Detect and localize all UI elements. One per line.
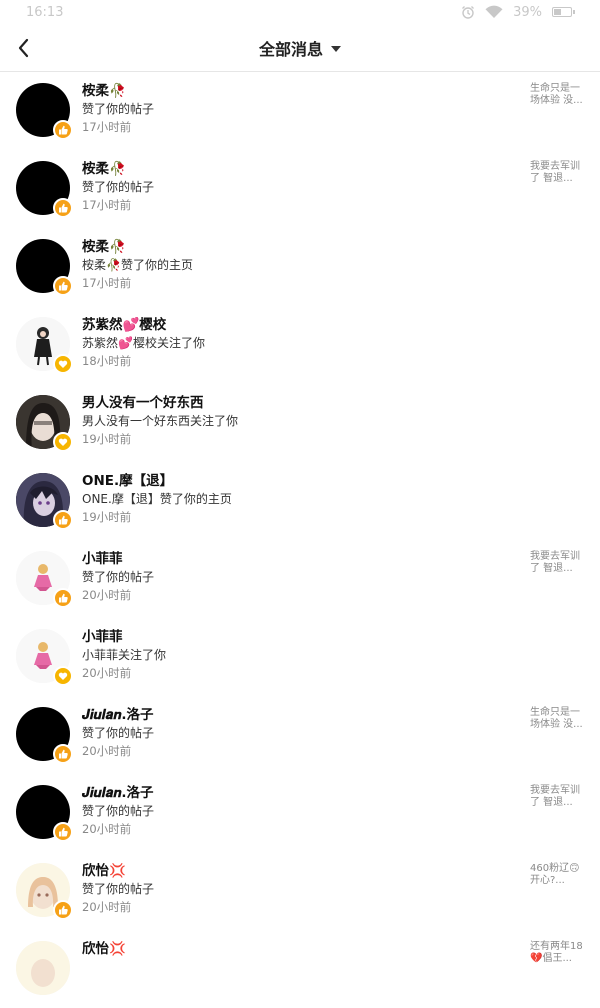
post-snippet[interactable]: 生命只是一场体验 没...: [530, 83, 586, 107]
message-time: 17小时前: [82, 276, 132, 290]
message-text: 赞了你的帖子: [82, 102, 155, 116]
post-snippet[interactable]: 460粉辽🙃开心?...: [530, 863, 586, 887]
wifi-icon: [485, 5, 503, 19]
message-item[interactable]: 欣怡💢 赞了你的帖子 20小时前 460粉辽🙃开心?...: [0, 852, 600, 930]
header: 全部消息: [0, 24, 600, 72]
user-name[interactable]: ONE.摩【退】: [82, 472, 520, 490]
message-text: 赞了你的帖子: [82, 570, 155, 584]
user-name[interactable]: 𝑱𝒊𝒖𝒍𝒂𝒏.洛子: [82, 784, 520, 802]
chevron-down-icon: [331, 45, 341, 52]
follow-badge-icon: [53, 666, 73, 686]
message-time: 20小时前: [82, 666, 132, 680]
user-name[interactable]: 桉柔🥀: [82, 160, 520, 178]
message-item[interactable]: 男人没有一个好东西 男人没有一个好东西关注了你 19小时前: [0, 384, 600, 462]
battery-percent: 39%: [513, 4, 542, 20]
message-time: 20小时前: [82, 822, 132, 836]
message-text: 赞了你的帖子: [82, 804, 155, 818]
follow-badge-icon: [53, 432, 73, 452]
user-name[interactable]: 欣怡💢: [82, 862, 520, 880]
message-time: 19小时前: [82, 432, 132, 446]
user-name[interactable]: 欣怡💢: [82, 940, 520, 958]
post-snippet[interactable]: 我要去军训了 智退...: [530, 161, 586, 185]
message-item[interactable]: 𝑱𝒊𝒖𝒍𝒂𝒏.洛子 赞了你的帖子 20小时前 我要去军训了 智退...: [0, 774, 600, 852]
like-badge-icon: [53, 198, 73, 218]
message-text: 男人没有一个好东西关注了你: [82, 414, 239, 428]
message-time: 20小时前: [82, 900, 132, 914]
message-text: 赞了你的帖子: [82, 726, 155, 740]
message-text: 小菲菲关注了你: [82, 648, 167, 662]
avatar[interactable]: [16, 941, 70, 995]
message-item[interactable]: 桉柔🥀 桉柔🥀赞了你的主页 17小时前: [0, 228, 600, 306]
post-snippet[interactable]: 我要去军训了 智退...: [530, 785, 586, 809]
status-bar: 16:13 39%: [0, 0, 600, 24]
post-snippet[interactable]: 生命只是一场体验 没...: [530, 707, 586, 731]
message-filter-dropdown[interactable]: 全部消息: [0, 36, 600, 60]
status-icons: 39%: [461, 4, 575, 20]
message-text: 苏紫然💕樱校关注了你: [82, 336, 205, 350]
user-name[interactable]: 桉柔🥀: [82, 82, 520, 100]
like-badge-icon: [53, 900, 73, 920]
user-name[interactable]: 小菲菲: [82, 628, 520, 646]
user-name[interactable]: 小菲菲: [82, 550, 520, 568]
alarm-icon: [462, 6, 475, 19]
message-item[interactable]: 小菲菲 赞了你的帖子 20小时前 我要去军训了 智退...: [0, 540, 600, 618]
like-badge-icon: [53, 120, 73, 140]
message-time: 20小时前: [82, 588, 132, 602]
user-name[interactable]: 苏紫然💕樱校: [82, 316, 520, 334]
message-text: 赞了你的帖子: [82, 180, 155, 194]
message-time: 18小时前: [82, 354, 132, 368]
message-item[interactable]: 桉柔🥀 赞了你的帖子 17小时前 我要去军训了 智退...: [0, 150, 600, 228]
message-time: 20小时前: [82, 744, 132, 758]
user-name[interactable]: 桉柔🥀: [82, 238, 520, 256]
message-time: 17小时前: [82, 120, 132, 134]
page-title: 全部消息: [258, 40, 323, 59]
follow-badge-icon: [53, 354, 73, 374]
like-badge-icon: [53, 510, 73, 530]
message-time: 17小时前: [82, 198, 132, 212]
user-name[interactable]: 男人没有一个好东西: [82, 394, 520, 412]
message-time: 19小时前: [82, 510, 132, 524]
status-time: 16:13: [26, 5, 64, 20]
post-snippet[interactable]: 我要去军训了 智退...: [530, 551, 586, 575]
like-badge-icon: [53, 822, 73, 842]
message-item[interactable]: 桉柔🥀 赞了你的帖子 17小时前 生命只是一场体验 没...: [0, 72, 600, 150]
message-text: ONE.摩【退】赞了你的主页: [82, 492, 232, 506]
message-item[interactable]: 苏紫然💕樱校 苏紫然💕樱校关注了你 18小时前: [0, 306, 600, 384]
like-badge-icon: [53, 276, 73, 296]
message-list: 桉柔🥀 赞了你的帖子 17小时前 生命只是一场体验 没... 桉柔🥀 赞了你的帖…: [0, 72, 600, 1008]
message-item[interactable]: 𝑱𝒊𝒖𝒍𝒂𝒏.洛子 赞了你的帖子 20小时前 生命只是一场体验 没...: [0, 696, 600, 774]
message-text: 赞了你的帖子: [82, 882, 155, 896]
battery-icon: [552, 7, 575, 17]
like-badge-icon: [53, 744, 73, 764]
message-text: 桉柔🥀赞了你的主页: [82, 258, 193, 272]
message-item[interactable]: ONE.摩【退】 ONE.摩【退】赞了你的主页 19小时前: [0, 462, 600, 540]
message-item[interactable]: 小菲菲 小菲菲关注了你 20小时前: [0, 618, 600, 696]
post-snippet[interactable]: 还有两年18💔倡王...: [530, 941, 586, 965]
like-badge-icon: [53, 588, 73, 608]
user-name[interactable]: 𝑱𝒊𝒖𝒍𝒂𝒏.洛子: [82, 706, 520, 724]
message-item[interactable]: 欣怡💢 还有两年18💔倡王...: [0, 930, 600, 1008]
